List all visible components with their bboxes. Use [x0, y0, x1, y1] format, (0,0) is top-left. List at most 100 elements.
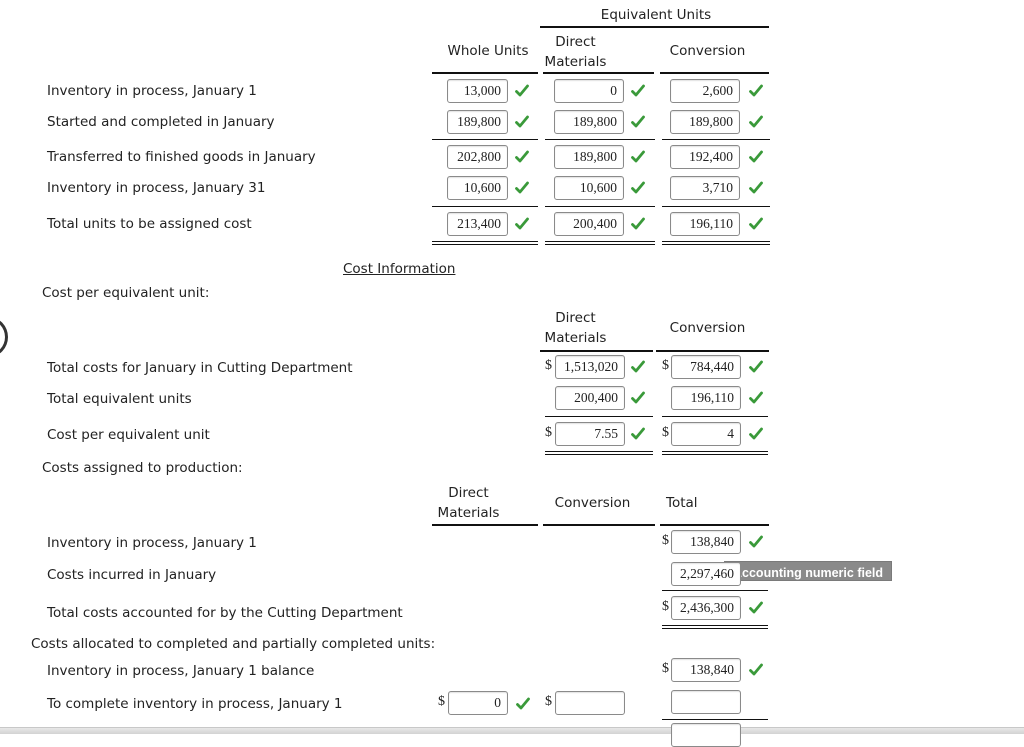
cpu-conv-input[interactable]: 784,440 — [671, 355, 741, 379]
col-rule — [660, 524, 769, 526]
currency-symbol: $ — [545, 358, 552, 373]
checkmark-icon — [514, 149, 530, 165]
total-double-rule — [662, 241, 770, 245]
checkmark-icon — [630, 149, 646, 165]
checkmark-icon — [514, 114, 530, 130]
conv-units-input[interactable]: 3,710 — [670, 176, 740, 200]
cost-per-unit-section-label: Cost per equivalent unit: — [42, 285, 210, 301]
cpu-conv-input[interactable]: 4 — [671, 422, 741, 446]
alloc-next-input[interactable] — [671, 723, 741, 747]
cost-information-link[interactable]: Cost Information — [343, 261, 455, 277]
conv-units-input[interactable]: 196,110 — [670, 212, 740, 236]
checkmark-icon — [748, 180, 764, 196]
cpu-dm-input[interactable]: 200,400 — [555, 386, 625, 410]
col-rule — [432, 524, 538, 526]
row-label: Total units to be assigned cost — [47, 216, 252, 232]
dm-units-input[interactable]: 189,800 — [554, 145, 624, 169]
currency-symbol: $ — [662, 599, 669, 614]
checkmark-icon — [630, 359, 646, 375]
row-label: Total costs for January in Cutting Depar… — [47, 360, 353, 376]
equivalent-units-header: Equivalent Units — [600, 7, 712, 23]
alloc-total-input[interactable] — [671, 690, 741, 714]
alloc-conv-input[interactable] — [555, 691, 625, 715]
alloc-total-input[interactable]: 138,840 — [671, 658, 741, 682]
dm-units-input[interactable]: 10,600 — [554, 176, 624, 200]
total-double-rule — [662, 625, 768, 629]
checkmark-icon — [515, 696, 531, 712]
currency-symbol: $ — [662, 425, 669, 440]
checkmark-icon — [748, 534, 764, 550]
conversion-header: Conversion — [669, 43, 746, 59]
subtotal-rule — [545, 139, 655, 140]
checkmark-icon — [748, 83, 764, 99]
checkmark-icon — [514, 216, 530, 232]
checkmark-icon — [748, 149, 764, 165]
conv-units-input[interactable]: 2,600 — [670, 79, 740, 103]
row-label: Inventory in process, January 1 balance — [47, 663, 315, 679]
whole-units-input[interactable]: 189,800 — [447, 110, 508, 134]
row-label: Inventory in process, January 31 — [47, 180, 266, 196]
row-label: Inventory in process, January 1 — [47, 535, 257, 551]
ca-total-input[interactable]: 2,297,460 — [671, 562, 741, 586]
col-rule — [543, 524, 655, 526]
row-label: Started and completed in January — [47, 114, 275, 130]
currency-symbol: $ — [662, 661, 669, 676]
whole-units-header: Whole Units — [447, 43, 529, 59]
subtotal-rule — [432, 206, 538, 207]
row-label: Costs incurred in January — [47, 567, 217, 583]
row-label: To complete inventory in process, Januar… — [47, 696, 343, 712]
checkmark-icon — [748, 114, 764, 130]
cpu-conv-header: Conversion — [669, 320, 746, 336]
cpu-dm-header: Direct Materials — [544, 310, 607, 346]
col-rule — [543, 72, 654, 74]
total-double-rule — [545, 451, 653, 455]
col-rule — [540, 350, 653, 352]
subtotal-rule — [662, 139, 770, 140]
row-label: Inventory in process, January 1 — [47, 83, 257, 99]
checkmark-icon — [748, 216, 764, 232]
subtotal-rule — [545, 416, 653, 417]
dm-units-input[interactable]: 0 — [554, 79, 624, 103]
conv-units-input[interactable]: 189,800 — [670, 110, 740, 134]
whole-units-input[interactable]: 10,600 — [447, 176, 508, 200]
checkmark-icon — [630, 114, 646, 130]
ca-total-input[interactable]: 138,840 — [671, 530, 741, 554]
cpu-dm-input[interactable]: 1,513,020 — [555, 355, 625, 379]
tooltip: Accounting numeric field — [724, 561, 893, 581]
checkmark-icon — [630, 426, 646, 442]
ca-total-input[interactable]: 2,436,300 — [671, 596, 741, 620]
row-label: Transferred to finished goods in January — [47, 149, 316, 165]
dm-units-input[interactable]: 200,400 — [554, 212, 624, 236]
total-double-rule — [662, 451, 768, 455]
currency-symbol: $ — [662, 533, 669, 548]
header-rule — [540, 26, 769, 28]
alloc-dm-input[interactable]: 0 — [448, 691, 508, 715]
whole-units-input[interactable]: 213,400 — [447, 212, 508, 236]
checkmark-icon — [514, 83, 530, 99]
whole-units-input[interactable]: 13,000 — [447, 79, 508, 103]
allocated-section-label: Costs allocated to completed and partial… — [31, 636, 436, 652]
costs-assigned-section-label: Costs assigned to production: — [42, 460, 243, 476]
cpu-dm-input[interactable]: 7.55 — [555, 422, 625, 446]
checkmark-icon — [514, 180, 530, 196]
row-label: Total equivalent units — [47, 391, 192, 407]
checkmark-icon — [630, 180, 646, 196]
subtotal-rule — [662, 590, 768, 591]
row-label: Total costs accounted for by the Cutting… — [47, 605, 403, 621]
col-rule — [660, 72, 769, 74]
ca-total-header: Total — [666, 495, 698, 511]
subtotal-rule — [662, 206, 770, 207]
cpu-conv-input[interactable]: 196,110 — [671, 386, 741, 410]
subtotal-rule — [545, 206, 655, 207]
conv-units-input[interactable]: 192,400 — [670, 145, 740, 169]
whole-units-input[interactable]: 202,800 — [447, 145, 508, 169]
subtotal-rule — [662, 719, 768, 720]
checkmark-icon — [748, 426, 764, 442]
dm-units-input[interactable]: 189,800 — [554, 110, 624, 134]
col-rule — [432, 72, 538, 74]
direct-materials-header: Direct Materials — [544, 34, 607, 70]
currency-symbol: $ — [438, 694, 445, 709]
subtotal-rule — [662, 416, 768, 417]
checkmark-icon — [630, 83, 646, 99]
partial-circle-icon — [0, 317, 8, 357]
